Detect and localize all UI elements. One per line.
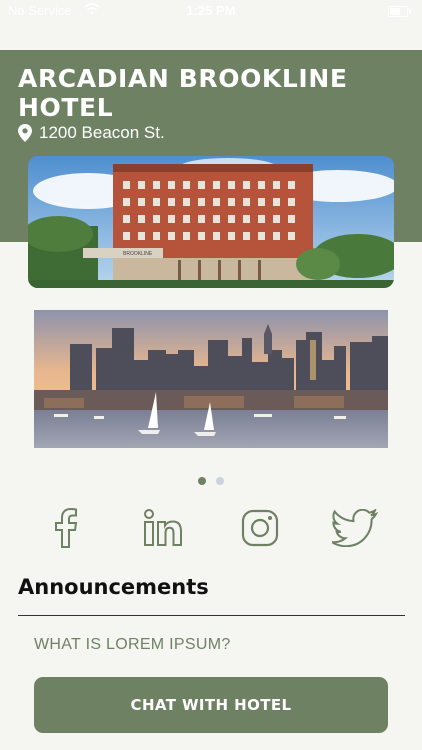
address-text: 1200 Beacon St.	[39, 123, 165, 142]
hotel-name: ARCADIAN BROOKLINE HOTEL	[18, 64, 348, 122]
location-pin-icon	[18, 124, 32, 142]
instagram-icon[interactable]	[237, 505, 283, 551]
hotel-sign: BROOKLINE	[123, 251, 153, 257]
section-divider	[18, 615, 405, 616]
status-bar: No Service 1:25 PM	[0, 0, 422, 22]
hotel-address: 1200 Beacon St.	[18, 123, 165, 143]
facebook-icon[interactable]	[43, 505, 89, 551]
social-links	[0, 505, 422, 551]
battery-icon	[388, 6, 411, 17]
chat-with-hotel-button[interactable]: CHAT WITH HOTEL	[34, 677, 388, 733]
twitter-icon[interactable]	[332, 505, 378, 551]
linkedin-icon[interactable]	[140, 505, 186, 551]
pager-dot-1[interactable]	[198, 477, 206, 485]
clock: 1:25 PM	[186, 3, 236, 18]
city-skyline-photo[interactable]	[34, 310, 388, 448]
hotel-photo[interactable]: BROOKLINE	[28, 156, 394, 288]
announcement-item[interactable]: WHAT IS LOREM IPSUM?	[34, 636, 231, 654]
gallery-pager[interactable]	[0, 477, 422, 485]
pager-dot-2[interactable]	[216, 477, 224, 485]
announcements-title: Announcements	[18, 575, 209, 599]
